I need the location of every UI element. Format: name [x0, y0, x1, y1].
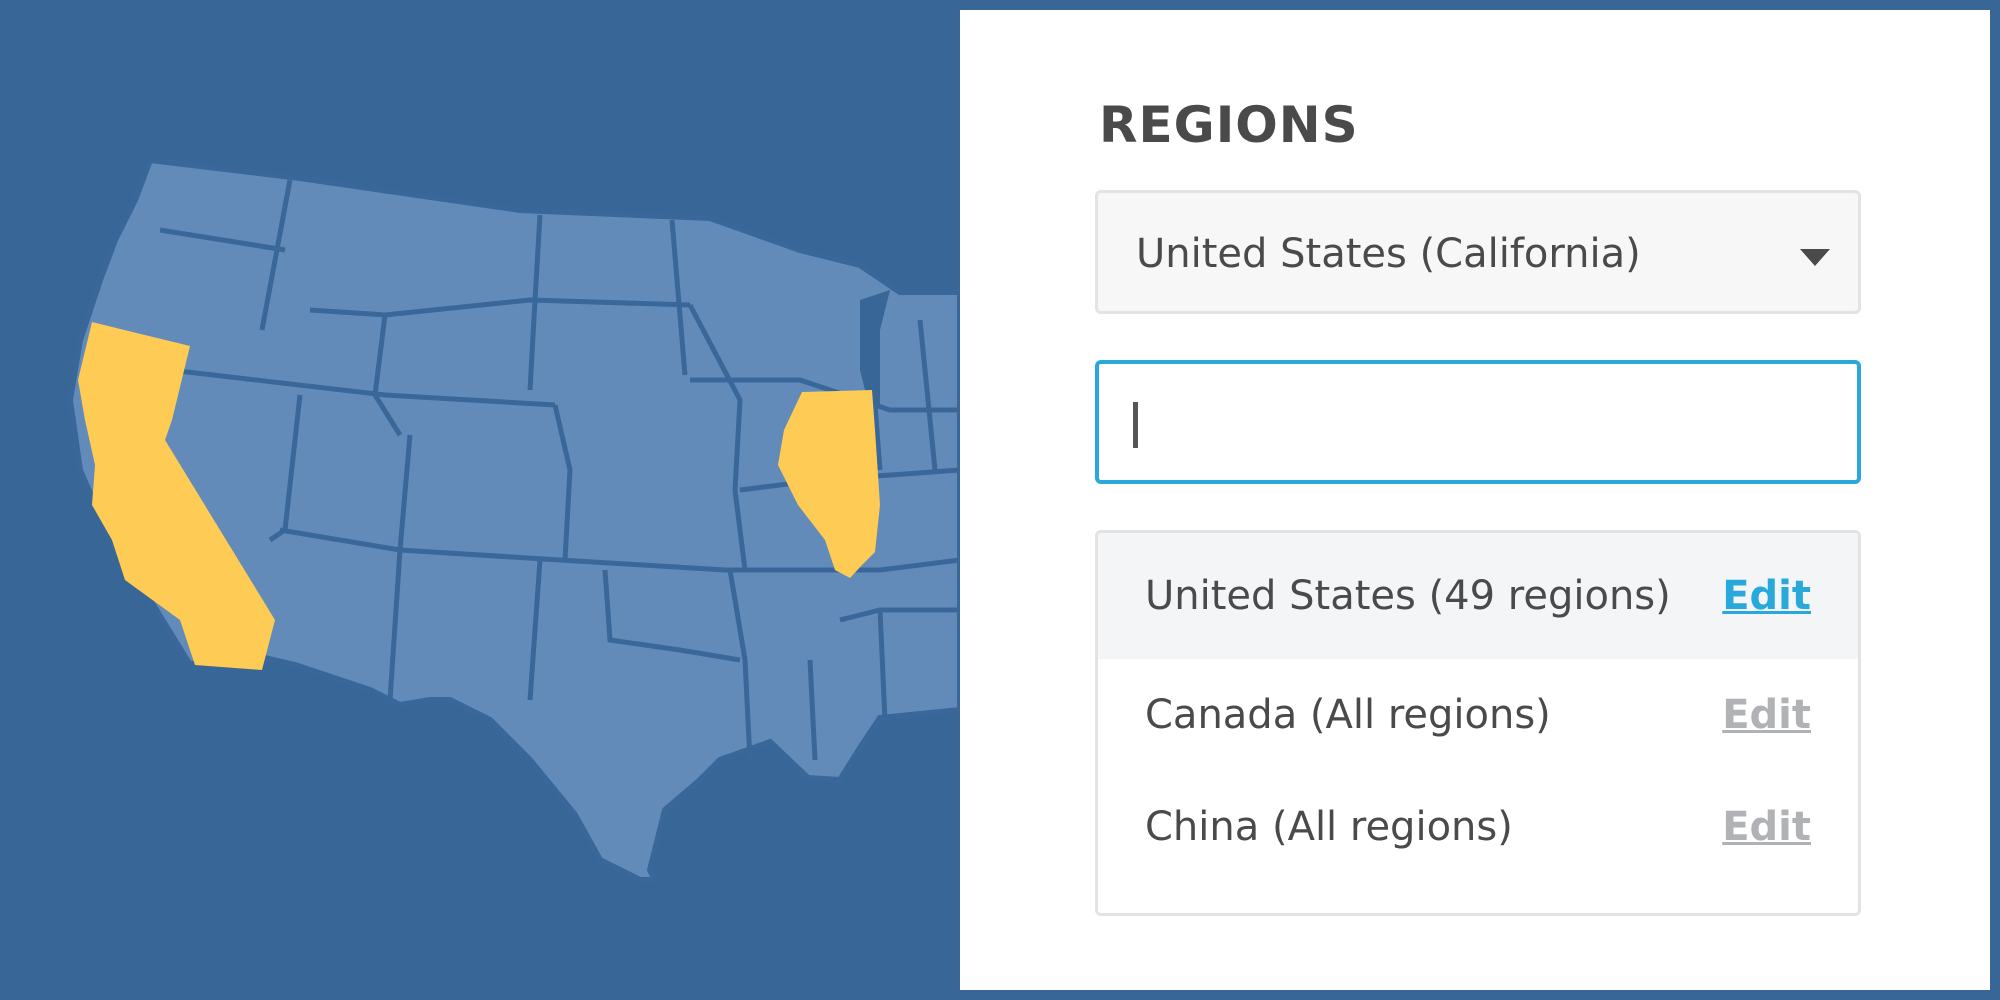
us-map-svg	[66, 156, 960, 883]
region-map	[0, 0, 960, 1000]
list-item[interactable]: United States (49 regions) Edit	[1098, 533, 1858, 659]
edit-link[interactable]: Edit	[1722, 804, 1811, 850]
chevron-down-icon	[1800, 249, 1830, 266]
edit-link[interactable]: Edit	[1722, 573, 1811, 619]
country-select[interactable]: United States (California)	[1095, 190, 1861, 314]
region-search-input[interactable]	[1095, 360, 1861, 484]
text-cursor	[1133, 402, 1138, 448]
region-list: United States (49 regions) Edit Canada (…	[1095, 530, 1861, 916]
region-label: China (All regions)	[1145, 804, 1513, 850]
list-item[interactable]: Canada (All regions) Edit	[1098, 659, 1858, 771]
region-label: United States (49 regions)	[1145, 573, 1671, 619]
country-select-value: United States (California)	[1136, 231, 1641, 277]
panel-title: REGIONS	[1099, 96, 1359, 154]
region-label: Canada (All regions)	[1145, 692, 1551, 738]
list-item[interactable]: China (All regions) Edit	[1098, 771, 1858, 883]
regions-panel: REGIONS United States (California) Unite…	[960, 10, 1990, 990]
edit-link[interactable]: Edit	[1722, 692, 1811, 738]
